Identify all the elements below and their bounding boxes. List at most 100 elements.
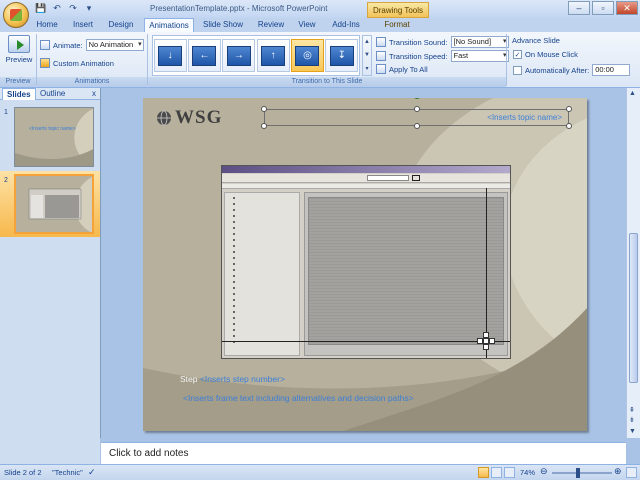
tab-add-ins[interactable]: Add-Ins <box>328 18 364 32</box>
logo-text: WSG <box>175 107 223 128</box>
transition-cover-up[interactable]: ↑ <box>256 39 290 72</box>
animate-label: Animate: <box>53 40 83 50</box>
drawing-tools-context-tab: Drawing Tools <box>367 2 429 18</box>
arrow-right-icon: → <box>226 45 251 66</box>
automatically-after-checkbox[interactable] <box>513 65 522 75</box>
screenshot-content <box>308 197 504 345</box>
scroll-up-icon[interactable]: ▲ <box>629 90 636 97</box>
arrow-down-icon: ↓ <box>158 45 183 66</box>
window-title: PresentationTemplate.pptx - Microsoft Po… <box>150 4 328 13</box>
animate-icon <box>40 40 50 50</box>
on-mouse-click-checkbox[interactable]: ✓ <box>513 50 522 59</box>
thumbnail-2-graphic <box>16 176 92 232</box>
zoom-in-icon[interactable]: ⊕ <box>614 466 622 477</box>
close-button[interactable]: ✕ <box>616 1 638 15</box>
tab-review[interactable]: Review <box>254 18 288 32</box>
spell-check-icon[interactable]: ✓ <box>88 467 96 478</box>
embedded-screenshot[interactable] <box>221 165 511 359</box>
transition-speed-dropdown[interactable]: Fast <box>450 50 509 62</box>
apply-to-all-button[interactable]: Apply To All <box>376 64 428 74</box>
tab-home[interactable]: Home <box>34 18 60 32</box>
wsg-logo: WSG <box>156 107 222 129</box>
resize-handle[interactable] <box>414 123 420 129</box>
tab-insert[interactable]: Insert <box>68 18 98 32</box>
slide-sorter-icon[interactable] <box>491 467 502 478</box>
frame-text-placeholder[interactable]: <Inserts frame text including alternativ… <box>183 393 414 403</box>
resize-handle[interactable] <box>414 106 420 112</box>
scroll-up-icon[interactable]: ▲ <box>364 39 370 45</box>
transition-cover-down[interactable]: ↓ <box>153 39 187 72</box>
move-cursor-icon <box>477 332 495 350</box>
save-icon[interactable]: 💾 <box>34 2 48 15</box>
restore-button[interactable]: ▫ <box>592 1 614 15</box>
sound-icon <box>376 37 386 47</box>
slide-thumbnail-2[interactable] <box>14 174 94 234</box>
window-controls: – ▫ ✕ <box>568 1 638 15</box>
minimize-button[interactable]: – <box>568 1 590 15</box>
gallery-more-icon[interactable]: ▾ <box>365 65 368 72</box>
resize-handle[interactable] <box>261 123 267 129</box>
custom-animation-button[interactable]: Custom Animation <box>40 58 114 68</box>
office-button[interactable] <box>3 2 29 28</box>
resize-handle[interactable] <box>566 106 572 112</box>
scroll-down-icon[interactable]: ▼ <box>364 52 370 58</box>
scroll-down-icon[interactable]: ▼ <box>629 428 636 435</box>
redo-icon[interactable]: ↷ <box>66 2 80 15</box>
slide-number: 2 <box>4 177 8 184</box>
slides-outline-tabs: Slides Outline x <box>0 88 100 100</box>
theme-name: "Technic" <box>52 468 83 477</box>
transition-sound-dropdown[interactable]: [No Sound] <box>450 36 509 48</box>
tab-view[interactable]: View <box>294 18 320 32</box>
thumbnail-1-text: <Inserts topic name> <box>29 126 76 132</box>
zoom-out-icon[interactable]: ⊖ <box>540 466 548 477</box>
tab-format[interactable]: Format <box>378 18 416 32</box>
preview-button[interactable]: Preview <box>4 35 34 71</box>
screenshot-toolbar-button <box>412 175 420 181</box>
tab-slide-show[interactable]: Slide Show <box>200 18 246 32</box>
tab-slides[interactable]: Slides <box>2 88 36 100</box>
resize-handle[interactable] <box>566 123 572 129</box>
automatically-after-time-input[interactable]: 00:00 <box>592 64 631 76</box>
normal-view-icon[interactable] <box>478 467 489 478</box>
current-slide[interactable]: WSG <Inserts topic name> Step <Inserts s… <box>143 98 587 431</box>
zoom-slider-thumb[interactable] <box>576 468 580 478</box>
transition-zoom-selected[interactable]: ◎ <box>290 39 324 72</box>
status-bar: Slide 2 of 2 "Technic" ✓ 74% ⊖ ⊕ <box>0 464 640 480</box>
slides-pane: 1 <Inserts topic name> 2 <box>0 100 100 464</box>
fit-to-window-icon[interactable] <box>626 467 637 478</box>
slide-number: 1 <box>4 109 8 116</box>
screenshot-list-dots <box>233 197 235 347</box>
customize-icon[interactable]: ▾ <box>82 2 96 15</box>
next-slide-icon[interactable]: ⇟ <box>629 416 635 424</box>
transition-speed-label: Transition Speed: <box>389 51 448 61</box>
tab-design[interactable]: Design <box>104 18 138 32</box>
step-line[interactable]: Step <Inserts step number> <box>180 374 285 384</box>
group-divider <box>506 34 507 86</box>
transition-push-down[interactable]: ↧ <box>325 39 359 72</box>
on-mouse-click-option[interactable]: ✓ On Mouse Click <box>513 50 578 59</box>
transition-group-label: Transition to This Slide <box>148 77 506 87</box>
zoom-slider[interactable] <box>552 468 612 478</box>
animate-dropdown[interactable]: No Animation <box>85 39 144 51</box>
notes-placeholder: Click to add notes <box>109 448 189 459</box>
undo-icon[interactable]: ↶ <box>50 2 64 15</box>
transition-cover-right[interactable]: → <box>222 39 256 72</box>
scroll-thumb[interactable] <box>629 233 638 383</box>
step-label: Step <box>180 374 198 384</box>
resize-handle[interactable] <box>261 106 267 112</box>
vertical-scrollbar[interactable]: ▲ ⇞ ⇟ ▼ <box>626 88 640 438</box>
tab-animations[interactable]: Animations <box>144 18 194 33</box>
gallery-scroll[interactable]: ▲ ▼ ▾ <box>362 35 372 76</box>
apply-all-icon <box>376 64 386 74</box>
slide-thumbnail-1[interactable]: <Inserts topic name> <box>14 107 94 167</box>
thumbnail-1-graphic <box>15 108 93 166</box>
zoom-level[interactable]: 74% <box>520 468 535 477</box>
tab-outline[interactable]: Outline <box>36 88 69 100</box>
panel-close-icon[interactable]: x <box>92 89 96 98</box>
advance-slide-title: Advance Slide <box>512 36 560 45</box>
previous-slide-icon[interactable]: ⇞ <box>629 406 635 414</box>
slide-show-icon[interactable] <box>504 467 515 478</box>
step-placeholder: <Inserts step number> <box>199 374 285 384</box>
transition-cover-left[interactable]: ← <box>187 39 221 72</box>
notes-pane[interactable]: Click to add notes <box>101 442 626 464</box>
